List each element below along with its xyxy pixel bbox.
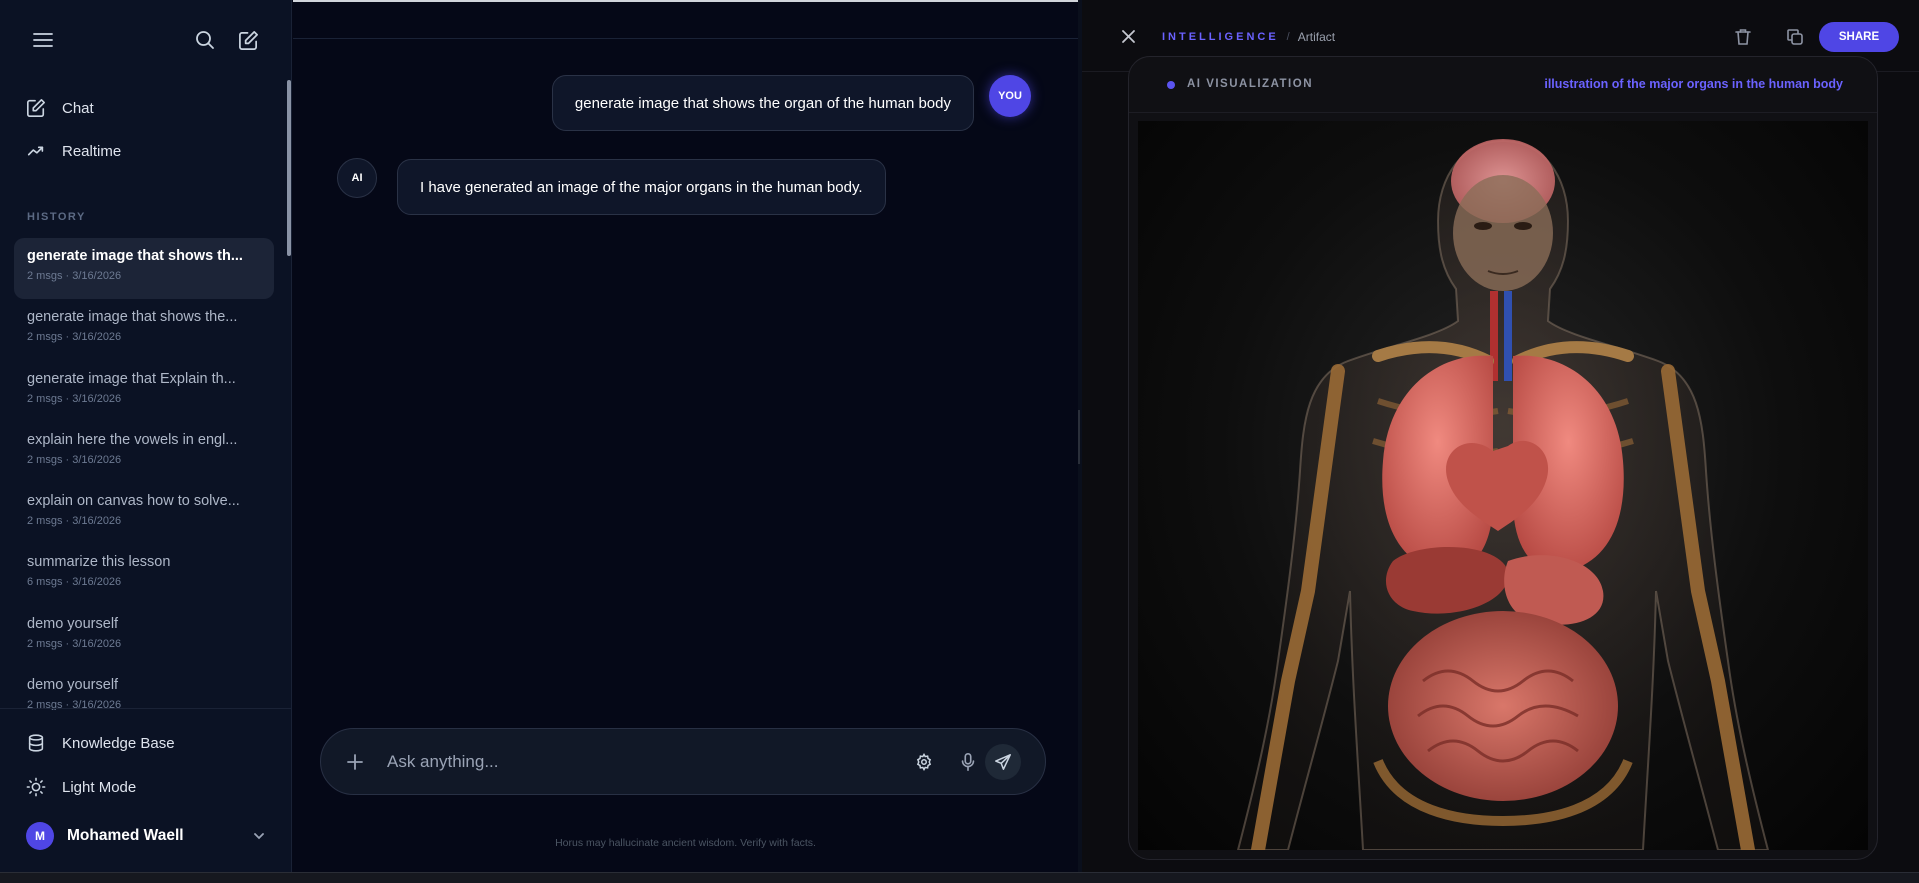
nav-chat-label: Chat	[62, 99, 94, 117]
history-item[interactable]: explain on canvas how to solve... 2 msgs…	[14, 483, 274, 544]
visualization-header: AI VISUALIZATION illustration of the maj…	[1129, 57, 1877, 113]
history-item-title: summarize this lesson	[27, 554, 171, 571]
chat-panel: generate image that shows the organ of t…	[293, 0, 1078, 872]
chat-input-bar	[320, 728, 1046, 795]
user-avatar-badge: YOU	[989, 75, 1031, 117]
visualization-caption: illustration of the major organs in the …	[1544, 77, 1843, 91]
history-item[interactable]: demo yourself 2 msgs · 3/16/2026	[14, 606, 274, 667]
artifact-panel: INTELLIGENCE / Artifact SHARE AI VISUALI…	[1082, 0, 1919, 872]
sidebar-header	[0, 0, 292, 80]
history-item[interactable]: demo yourself 2 msgs · 3/16/2026	[14, 667, 274, 710]
history-item-meta: 2 msgs · 3/16/2026	[27, 637, 122, 650]
history-item-title: generate image that shows th...	[27, 248, 243, 264]
activity-icon	[27, 146, 44, 156]
history-item-title: generate image that Explain th...	[27, 370, 236, 387]
menu-icon[interactable]	[29, 26, 57, 54]
send-icon	[995, 754, 1011, 770]
breadcrumb: INTELLIGENCE / Artifact	[1162, 30, 1335, 44]
breadcrumb-current: Artifact	[1297, 30, 1336, 44]
nav-knowledge-base[interactable]: Knowledge Base	[26, 733, 175, 753]
microphone-icon[interactable]	[957, 751, 979, 773]
history-item-title: demo yourself	[27, 615, 119, 632]
history-item-meta: 2 msgs · 3/16/2026	[27, 515, 122, 528]
plus-icon[interactable]	[343, 750, 367, 774]
sidebar: Chat Realtime HISTORY generate image tha…	[0, 0, 292, 872]
history-title: HISTORY	[27, 211, 86, 223]
anatomy-image	[1138, 121, 1868, 850]
send-button[interactable]	[985, 744, 1021, 780]
new-chat-icon[interactable]	[234, 26, 262, 54]
search-icon[interactable]	[191, 26, 219, 54]
history-item-meta: 2 msgs · 3/16/2026	[27, 270, 122, 282]
nav-realtime[interactable]: Realtime	[26, 141, 121, 161]
history-item-title: demo yourself	[27, 677, 119, 694]
history-item[interactable]: explain here the vowels in engl... 2 msg…	[14, 422, 274, 483]
chevron-down-icon[interactable]	[252, 829, 266, 843]
visualization-card: AI VISUALIZATION illustration of the maj…	[1128, 56, 1878, 860]
visualization-label: AI VISUALIZATION	[1187, 78, 1314, 90]
light-mode-toggle[interactable]: Light Mode	[26, 777, 136, 797]
nav-chat[interactable]: Chat	[26, 98, 94, 118]
user-message: generate image that shows the organ of t…	[551, 75, 974, 131]
ai-avatar-badge: AI	[337, 158, 377, 198]
user-menu[interactable]: M Mohamed Waell	[26, 822, 266, 850]
history-item-title: explain on canvas how to solve...	[27, 493, 240, 510]
history-item-title: explain here the vowels in engl...	[27, 431, 238, 448]
history-item-title: generate image that shows the...	[27, 309, 238, 326]
avatar: M	[26, 822, 54, 850]
chat-header	[293, 0, 1078, 39]
anatomy-illustration	[1236, 139, 1770, 850]
history-item-meta: 2 msgs · 3/16/2026	[27, 331, 122, 344]
history-item-meta: 2 msgs · 3/16/2026	[27, 392, 122, 405]
database-icon	[28, 734, 44, 752]
sun-icon	[26, 777, 46, 797]
edit-icon	[27, 99, 45, 117]
history-item-meta: 6 msgs · 3/16/2026	[27, 576, 122, 589]
history-item[interactable]: summarize this lesson 6 msgs · 3/16/2026	[14, 544, 274, 605]
disclaimer: Horus may hallucinate ancient wisdom. Ve…	[555, 837, 816, 849]
chat-input[interactable]	[387, 749, 907, 775]
close-icon[interactable]	[1118, 26, 1138, 46]
knowledge-base-label: Knowledge Base	[62, 734, 175, 752]
history-item[interactable]: generate image that shows the... 2 msgs …	[14, 299, 274, 360]
taskbar-strip	[0, 872, 1919, 883]
history-item-meta: 2 msgs · 3/16/2026	[27, 453, 122, 466]
trash-icon[interactable]	[1732, 26, 1754, 48]
breadcrumb-separator: /	[1286, 31, 1290, 43]
breadcrumb-root: INTELLIGENCE	[1162, 31, 1279, 43]
status-dot	[1167, 81, 1175, 89]
light-mode-label: Light Mode	[62, 778, 137, 796]
ai-message: I have generated an image of the major o…	[397, 159, 886, 215]
share-button[interactable]: SHARE	[1819, 22, 1899, 52]
user-name: Mohamed Waell	[67, 827, 184, 844]
copy-icon[interactable]	[1784, 26, 1806, 48]
sidebar-scrollbar[interactable]	[287, 80, 291, 256]
history-item[interactable]: generate image that Explain th... 2 msgs…	[14, 361, 274, 422]
history-list: generate image that shows th... 2 msgs ·…	[14, 238, 274, 710]
resize-handle[interactable]	[1078, 410, 1080, 464]
nav-realtime-label: Realtime	[62, 142, 122, 160]
settings-icon[interactable]	[913, 751, 935, 773]
history-item[interactable]: generate image that shows th... 2 msgs ·…	[14, 238, 274, 300]
